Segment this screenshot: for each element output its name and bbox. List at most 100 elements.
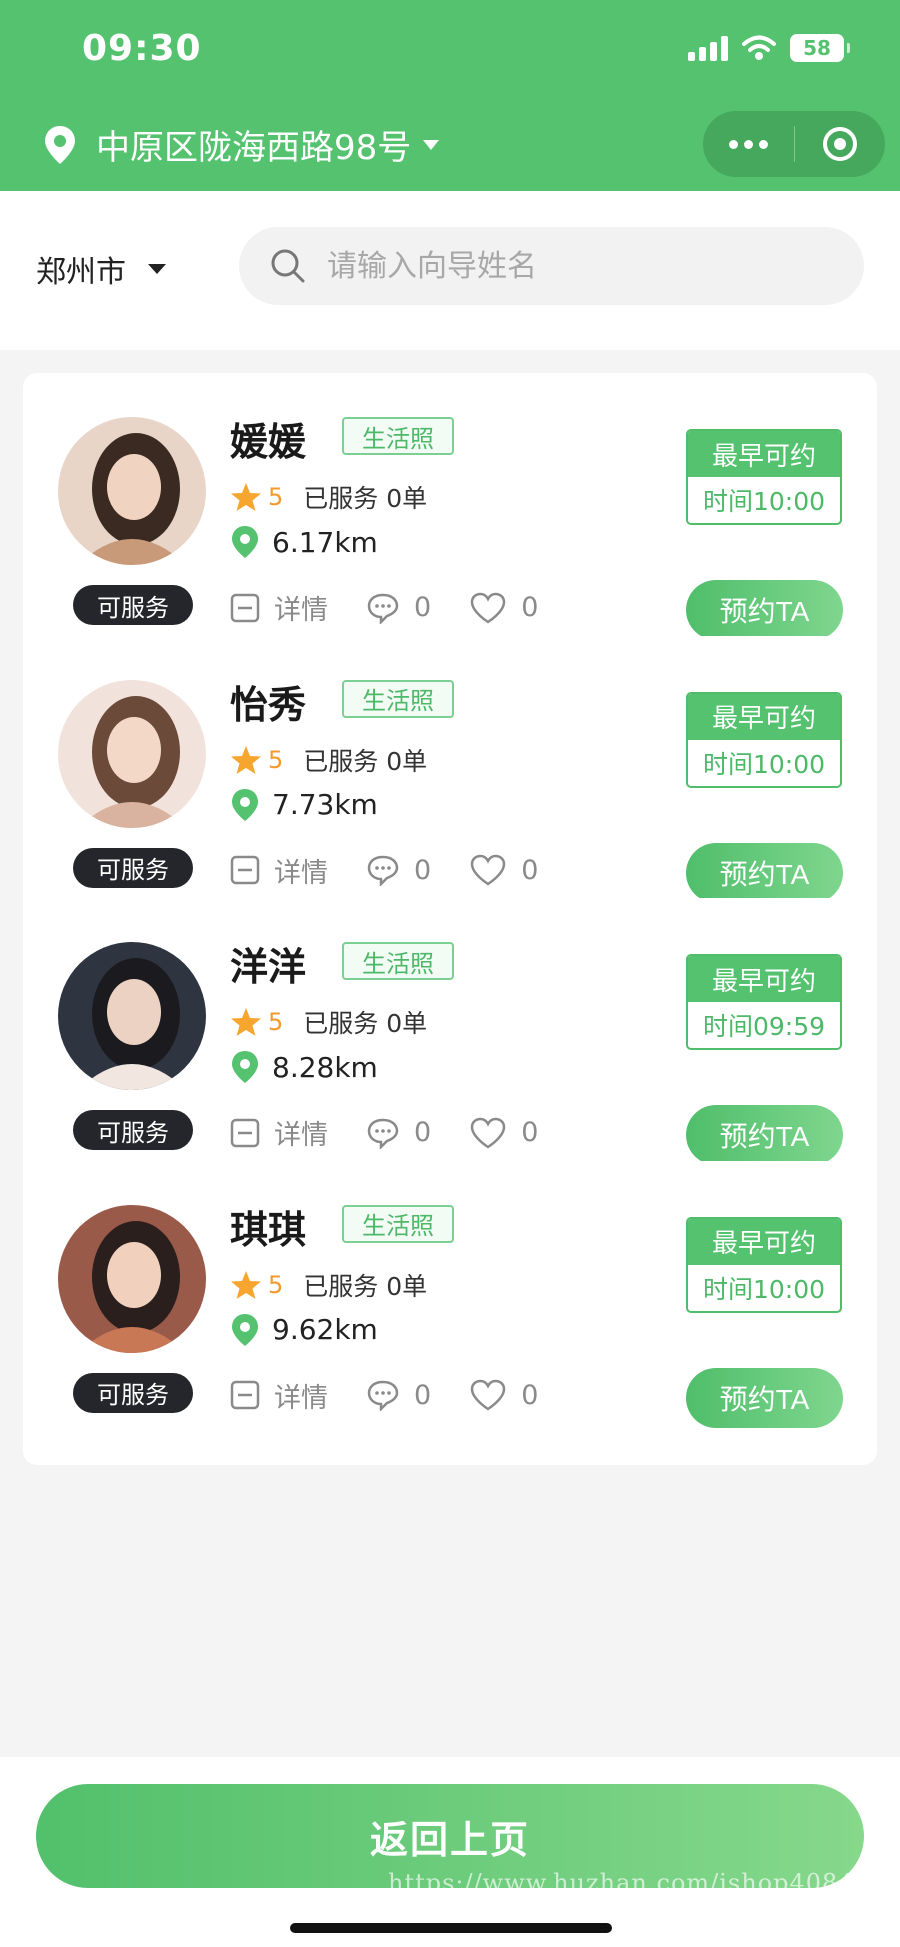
guide-card[interactable]: 可服务 怡秀 生活照 5 已服务 0单 7.73km 详情 0 0 最早可约 时… (23, 635, 877, 940)
status-badge: 可服务 (73, 585, 193, 625)
rating-row: 5 已服务 0单 (230, 1267, 427, 1303)
guide-card[interactable]: 可服务 琪琪 生活照 5 已服务 0单 9.62km 详情 0 0 最早可约 时… (23, 1160, 877, 1465)
earliest-label: 最早可约 (688, 693, 840, 740)
detail-icon (230, 855, 260, 885)
avatar[interactable] (58, 1204, 206, 1353)
location-text: 中原区陇海西路98号 (96, 128, 412, 168)
map-pin-icon (232, 1051, 258, 1083)
city-selector[interactable]: 郑州市 (36, 247, 166, 291)
earliest-time-box: 最早可约 时间10:00 (686, 691, 842, 788)
map-pin-icon (232, 1313, 258, 1346)
mini-program-capsule (703, 111, 885, 177)
star-icon (231, 1270, 261, 1299)
status-badge: 可服务 (73, 847, 193, 888)
distance-row: 6.17km (230, 525, 378, 559)
photo-tag[interactable]: 生活照 (342, 417, 454, 455)
detail-action[interactable]: 详情 (230, 851, 328, 890)
caret-down-icon (423, 139, 440, 150)
like-count: 0 (521, 854, 539, 886)
avatar[interactable] (58, 679, 206, 828)
map-pin-icon (232, 526, 258, 558)
earliest-time-box: 最早可约 时间09:59 (686, 954, 842, 1050)
detail-icon (230, 1118, 260, 1147)
close-mini-program-button[interactable] (795, 111, 886, 177)
guide-name: 媛媛 (230, 420, 307, 464)
card-actions: 详情 0 0 (230, 588, 538, 627)
detail-action[interactable]: 详情 (230, 1376, 328, 1415)
comment-icon (367, 593, 399, 624)
like-action[interactable]: 0 (469, 1116, 538, 1150)
rating-value: 5 (268, 483, 284, 511)
avatar[interactable] (58, 942, 206, 1090)
distance-row: 7.73km (230, 788, 378, 822)
filter-bar: 郑州市 (0, 191, 900, 350)
book-button[interactable]: 预约TA (686, 1367, 843, 1428)
detail-icon (230, 1380, 260, 1410)
search-icon (271, 249, 305, 283)
more-button[interactable] (703, 111, 794, 177)
bottom-bar: 返回上页 https://www.huzhan.com/ishop40840 (0, 1757, 900, 1947)
earliest-label: 最早可约 (688, 956, 840, 1002)
card-actions: 详情 0 0 (230, 851, 538, 890)
detail-label: 详情 (274, 1382, 328, 1414)
book-button[interactable]: 预约TA (686, 1105, 843, 1165)
status-badge: 可服务 (73, 1372, 193, 1413)
like-count: 0 (521, 592, 539, 623)
more-dots-icon (728, 139, 768, 149)
status-time: 09:30 (82, 28, 202, 69)
comment-icon (367, 855, 399, 886)
comment-count: 0 (414, 1379, 432, 1411)
comment-action[interactable]: 0 (366, 1117, 431, 1149)
avatar-photo (58, 1204, 206, 1353)
search-input[interactable] (327, 248, 847, 284)
detail-label: 详情 (274, 1120, 328, 1151)
page: 09:30 58 中原区陇海西路98号 郑州市 请输入向导姓名 可服务 媛媛 生… (0, 0, 900, 1947)
location-pin-icon (45, 125, 75, 164)
photo-tag[interactable]: 生活照 (342, 942, 454, 980)
location-selector[interactable]: 中原区陇海西路98号 (38, 120, 440, 169)
comment-icon (367, 1380, 399, 1411)
battery-indicator: 58 (790, 34, 850, 62)
distance-value: 7.73km (272, 788, 378, 821)
comment-action[interactable]: 0 (366, 854, 431, 886)
like-action[interactable]: 0 (469, 591, 538, 625)
earliest-time: 时间10:00 (702, 1274, 826, 1304)
guide-card[interactable]: 可服务 媛媛 生活照 5 已服务 0单 6.17km 详情 0 0 最早可约 时… (23, 373, 877, 677)
comment-icon (367, 1118, 399, 1149)
detail-action[interactable]: 详情 (230, 1113, 328, 1152)
heart-icon (470, 592, 506, 623)
book-button[interactable]: 预约TA (686, 842, 843, 903)
caret-down-icon (148, 264, 166, 274)
photo-tag[interactable]: 生活照 (342, 1204, 454, 1243)
distance-value: 6.17km (272, 525, 378, 559)
detail-label: 详情 (274, 595, 328, 626)
earliest-time-box: 最早可约 时间10:00 (686, 1216, 842, 1313)
served-count: 已服务 0单 (303, 484, 428, 513)
status-badge: 可服务 (73, 1110, 193, 1150)
served-count: 已服务 0单 (303, 746, 428, 776)
like-action[interactable]: 0 (469, 1378, 538, 1412)
search-box[interactable] (239, 227, 864, 305)
city-label: 郑州市 (36, 255, 126, 290)
guide-name: 琪琪 (230, 1207, 307, 1252)
earliest-time-box: 最早可约 时间10:00 (686, 429, 842, 525)
like-action[interactable]: 0 (469, 853, 538, 887)
served-count: 已服务 0单 (303, 1271, 428, 1301)
comment-action[interactable]: 0 (366, 1379, 431, 1411)
comment-count: 0 (414, 854, 432, 886)
earliest-label: 最早可约 (688, 1218, 840, 1265)
book-button[interactable]: 预约TA (686, 580, 843, 640)
guide-card[interactable]: 可服务 洋洋 生活照 5 已服务 0单 8.28km 详情 0 0 最早可约 时… (23, 898, 877, 1202)
avatar[interactable] (58, 417, 206, 565)
rating-value: 5 (268, 745, 284, 774)
like-count: 0 (521, 1379, 539, 1411)
photo-tag[interactable]: 生活照 (342, 679, 454, 718)
distance-row: 8.28km (230, 1050, 378, 1084)
earliest-time: 时间09:59 (702, 1012, 826, 1041)
comment-action[interactable]: 0 (366, 592, 431, 624)
star-icon (231, 1008, 261, 1036)
card-actions: 详情 0 0 (230, 1376, 538, 1415)
detail-action[interactable]: 详情 (230, 588, 328, 627)
heart-icon (470, 1379, 506, 1411)
detail-icon (230, 593, 260, 622)
